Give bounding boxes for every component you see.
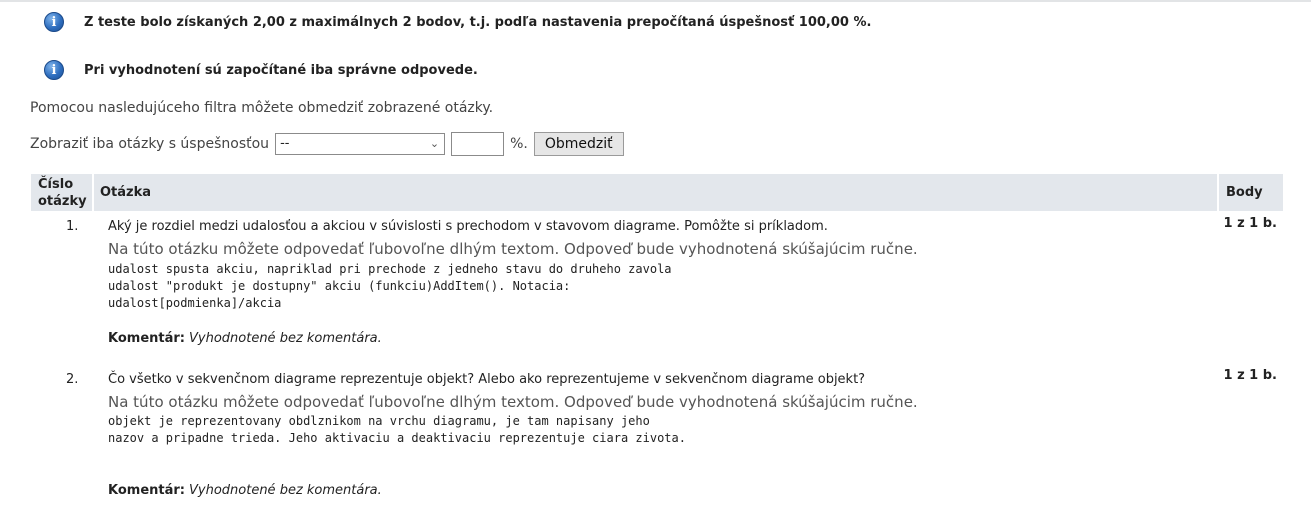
answer-text: objekt je reprezentovany obdlznikom na v… <box>108 413 686 447</box>
answer-line: nazov a pripadne trieda. Jeho aktivaciu … <box>108 431 686 445</box>
info-message-score: i Z teste bolo získaných 2,00 z maximáln… <box>44 12 871 32</box>
success-rate-select[interactable]: -- ⌄ <box>275 133 446 155</box>
comment: Komentár: Vyhodnotené bez komentára. <box>108 331 382 346</box>
select-value: -- <box>280 136 290 151</box>
question-number: 1. <box>66 219 79 234</box>
question-number: 2. <box>66 372 79 387</box>
answer-line: udalost[podmienka]/akcia <box>108 296 282 310</box>
comment-label: Komentár: <box>108 483 185 498</box>
comment: Komentár: Vyhodnotené bez komentára. <box>108 483 382 498</box>
answer-line: objekt je reprezentovany obdlznikom na v… <box>108 414 650 428</box>
percent-input[interactable] <box>451 132 505 156</box>
info-message-text: Z teste bolo získaných 2,00 z maximálnyc… <box>84 14 872 30</box>
percent-sign: %. <box>510 136 528 152</box>
header-question: Otázka <box>100 185 152 200</box>
info-icon: i <box>44 60 64 80</box>
header-divider <box>92 174 94 211</box>
header-number-line2: otázky <box>38 194 87 209</box>
answer-line: udalost "produkt je dostupny" akciu (fun… <box>108 279 571 293</box>
filter-form: Zobraziť iba otázky s úspešnosťou -- ⌄ %… <box>30 132 624 156</box>
comment-label: Komentár: <box>108 331 185 346</box>
answer-line: udalost spusta akciu, napriklad pri prec… <box>108 262 672 276</box>
comment-value: Vyhodnotené bez komentára. <box>189 483 382 498</box>
filter-label: Zobraziť iba otázky s úspešnosťou <box>30 136 270 152</box>
info-icon: i <box>44 12 64 32</box>
question-text: Aký je rozdiel medzi udalosťou a akciou … <box>108 219 828 234</box>
info-message-evaluation: i Pri vyhodnotení sú započítané iba sprá… <box>44 60 478 80</box>
comment-value: Vyhodnotené bez komentára. <box>189 331 382 346</box>
header-points: Body <box>1226 185 1263 200</box>
info-message-text: Pri vyhodnotení sú započítané iba správn… <box>84 62 478 78</box>
answer-text: udalost spusta akciu, napriklad pri prec… <box>108 261 672 312</box>
header-number-line1: Číslo <box>38 177 74 192</box>
question-points: 1 z 1 b. <box>1223 368 1277 383</box>
filter-button[interactable]: Obmedziť <box>533 132 624 156</box>
header-divider <box>1217 174 1219 211</box>
question-points: 1 z 1 b. <box>1223 216 1277 231</box>
question-text: Čo všetko v sekvenčnom diagrame reprezen… <box>108 372 866 387</box>
top-border <box>0 0 1311 2</box>
chevron-down-icon: ⌄ <box>429 137 440 150</box>
filter-note: Pomocou nasledujúceho filtra môžete obme… <box>30 100 494 116</box>
answer-hint: Na túto otázku môžete odpovedať ľubovoľn… <box>108 240 918 258</box>
table-header: Číslo otázky Otázka Body <box>31 174 1283 211</box>
answer-hint: Na túto otázku môžete odpovedať ľubovoľn… <box>108 393 918 411</box>
